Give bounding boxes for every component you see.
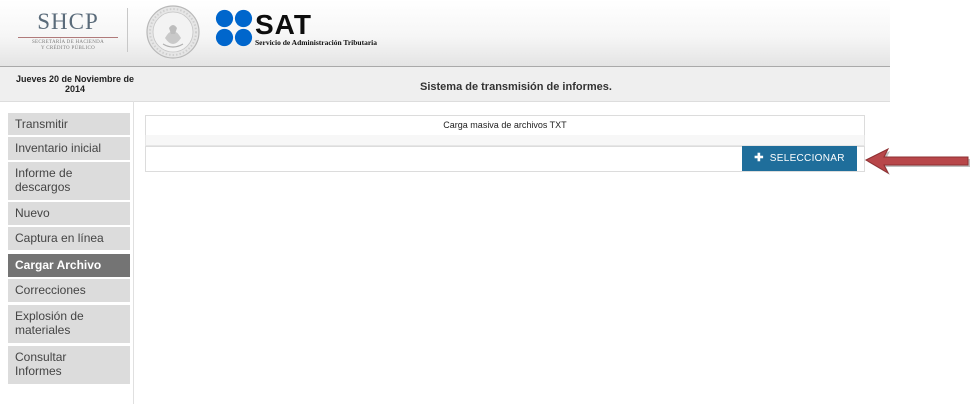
sat-logo-subtitle: Servicio de Administración Tributaria <box>255 38 378 47</box>
pointer-arrow-icon <box>864 147 970 175</box>
sidebar-item-informe-de-descargos[interactable]: Informe de descargos <box>8 162 130 200</box>
sidebar-item-captura-en-linea[interactable]: Captura en línea <box>8 227 130 250</box>
panel-title: Carga masiva de archivos TXT <box>145 115 865 136</box>
sidebar-item-label-2: descargos <box>15 180 71 194</box>
national-seal-icon <box>146 5 200 59</box>
sidebar-item-explosion-de-materiales[interactable]: Explosión de materiales <box>8 305 130 343</box>
current-date: Jueves 20 de Noviembre de 2014 <box>0 74 150 94</box>
sat-logo-title: SAT <box>255 9 312 40</box>
sat-logo-icon <box>215 9 253 47</box>
sidebar-item-label: Nuevo <box>15 206 50 220</box>
sidebar-item-label: Inventario inicial <box>15 141 102 155</box>
sidebar-nav: Transmitir Inventario inicial Informe de… <box>0 101 134 404</box>
select-file-button-label: SELECCIONAR <box>769 153 845 164</box>
site-header: SHCP SECRETARÍA DE HACIENDA Y CRÉDITO PÚ… <box>0 0 890 67</box>
header-divider <box>127 8 128 52</box>
sidebar-item-label-2: Informes <box>15 364 62 378</box>
shcp-logo: SHCP SECRETARÍA DE HACIENDA Y CRÉDITO PÚ… <box>14 10 122 52</box>
panel-header-strip <box>145 135 865 146</box>
current-date-line1: Jueves 20 de Noviembre de <box>15 74 135 84</box>
sidebar-item-correcciones[interactable]: Correcciones <box>8 279 130 302</box>
shcp-logo-rule <box>18 37 118 38</box>
sidebar-item-label-2: materiales <box>15 323 71 337</box>
sidebar-item-label: Correcciones <box>15 283 86 297</box>
sidebar-item-transmitir[interactable]: Transmitir <box>8 113 130 135</box>
sidebar-item-label: Informe de <box>15 166 73 180</box>
sidebar-item-nuevo[interactable]: Nuevo <box>8 202 130 225</box>
sidebar-item-label: Consultar <box>15 350 67 364</box>
shcp-logo-subtitle-2: Y CRÉDITO PÚBLICO <box>41 46 95 51</box>
info-bar: Jueves 20 de Noviembre de 2014 Sistema d… <box>0 67 890 102</box>
sidebar-item-label: Transmitir <box>15 117 68 131</box>
sidebar-item-label: Cargar Archivo <box>15 258 102 272</box>
sidebar-item-label: Explosión de <box>15 309 84 323</box>
select-file-button[interactable]: ✚ SELECCIONAR <box>742 146 857 171</box>
page-title: Sistema de transmisión de informes. <box>420 81 612 93</box>
sidebar-item-inventario-inicial[interactable]: Inventario inicial <box>8 137 130 160</box>
shcp-logo-title: SHCP <box>37 9 99 34</box>
current-date-line2: 2014 <box>64 84 86 94</box>
sidebar-item-label: Captura en línea <box>15 231 104 245</box>
sidebar-item-consultar-informes[interactable]: Consultar Informes <box>8 346 130 384</box>
plus-icon: ✚ <box>754 152 764 164</box>
sidebar-item-cargar-archivo[interactable]: Cargar Archivo <box>8 254 130 277</box>
